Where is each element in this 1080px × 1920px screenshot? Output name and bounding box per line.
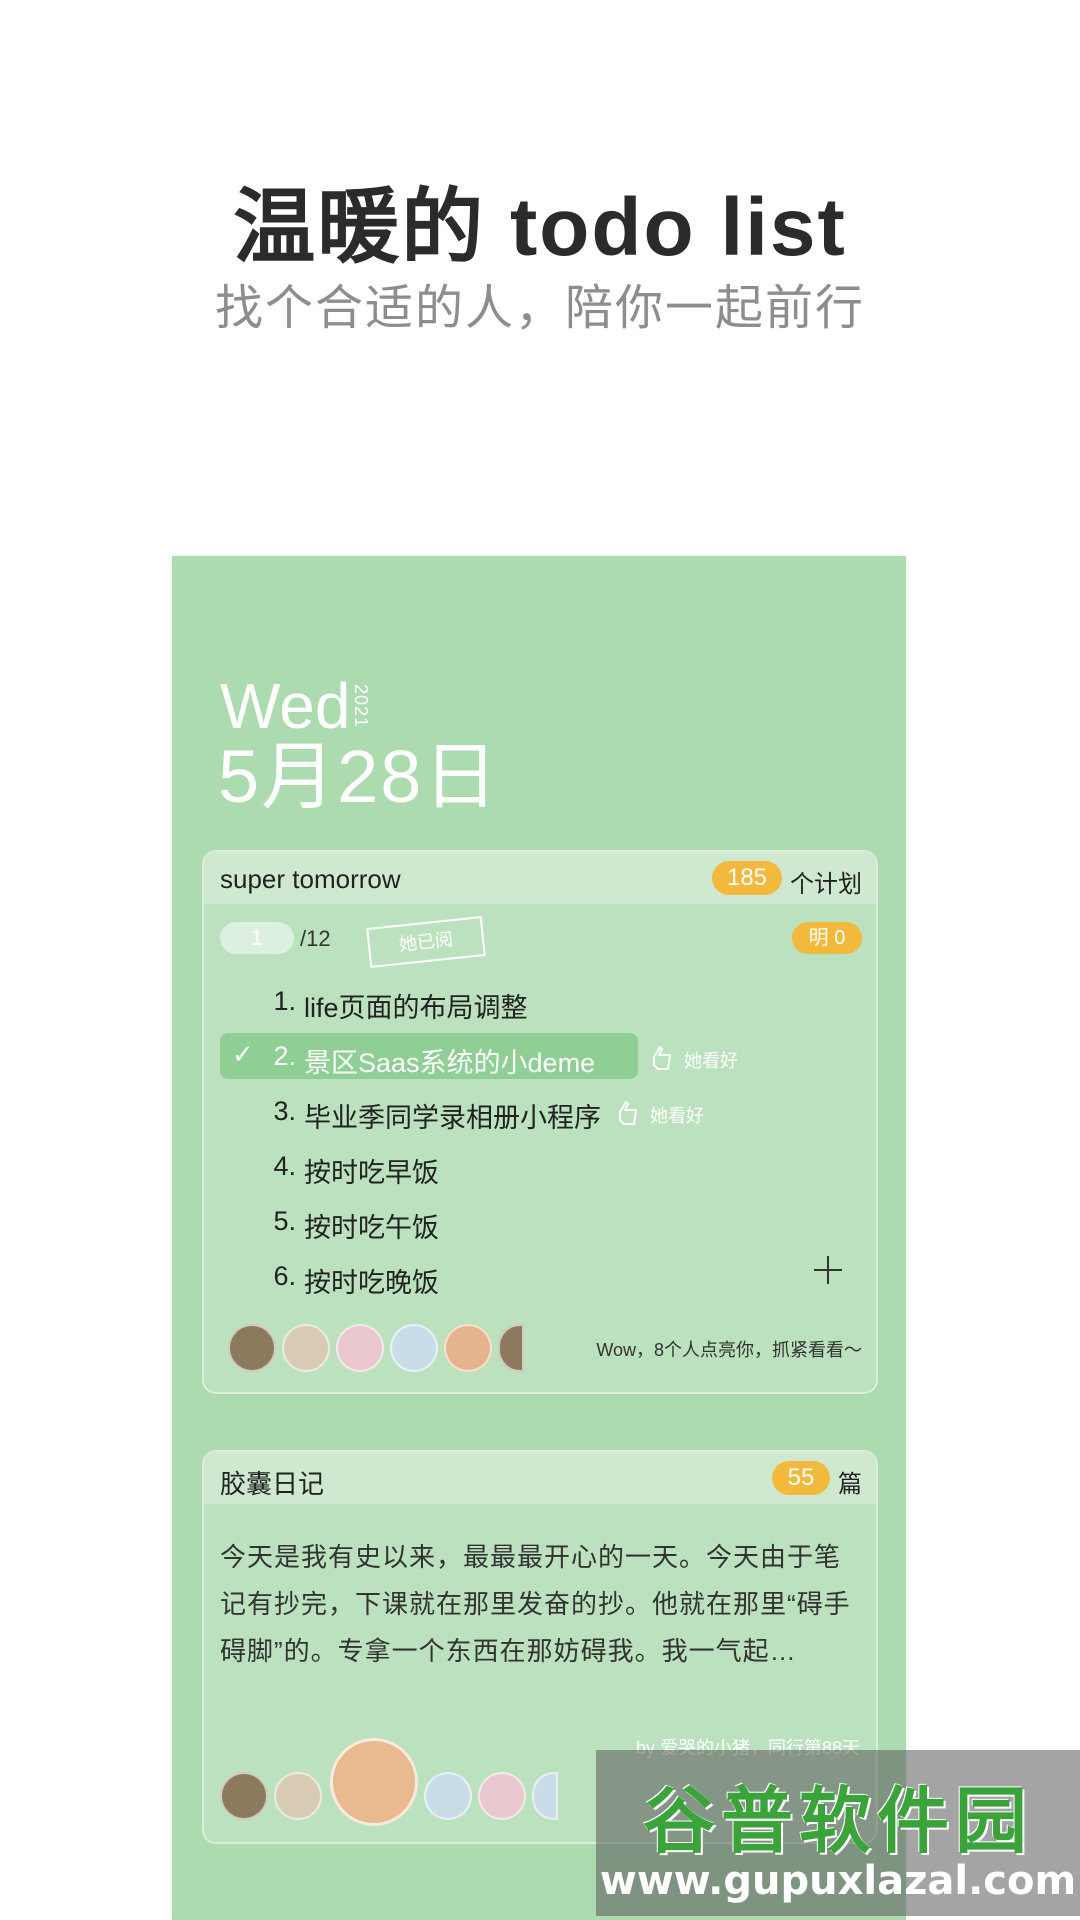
todo-card-header: super tomorrow 185 个计划: [204, 852, 876, 904]
todo-text: 按时吃午饭: [304, 1213, 439, 1243]
avatar: [424, 1772, 472, 1820]
todo-text: 按时吃晚饭: [304, 1268, 439, 1298]
todo-item-done[interactable]: ✓ 2. 景区Saas系统的小deme 她看好: [204, 1029, 876, 1084]
todo-item[interactable]: 1. life页面的布局调整: [204, 974, 876, 1029]
todo-number: 3.: [273, 1096, 296, 1126]
plan-count-badge: 185: [712, 861, 782, 895]
todo-card[interactable]: super tomorrow 185 个计划 1 /12 她已阅 明 0 1. …: [202, 850, 878, 1394]
avatar: [478, 1772, 526, 1820]
todo-number: 1.: [273, 986, 296, 1016]
like-label: 她看好: [650, 1106, 704, 1126]
avatar: [336, 1324, 384, 1372]
read-stamp: 她已阅: [366, 916, 486, 968]
todo-card-title: super tomorrow: [220, 864, 401, 894]
todo-text: 毕业季同学录相册小程序: [304, 1103, 601, 1133]
watermark-url: www.gupuxlazal.com: [599, 1858, 1077, 1904]
todo-item[interactable]: 6. 按时吃晚饭: [204, 1249, 876, 1304]
weekday-label: Wed: [220, 670, 351, 742]
app-screen: Wed 2021 5月28日 super tomorrow 185 个计划 1 …: [172, 556, 906, 1920]
diary-card-title: 胶囊日记: [220, 1469, 325, 1499]
plan-count-suffix: 个计划: [790, 871, 862, 898]
diary-excerpt: 今天是我有史以来，最最最开心的一天。今天由于笔记有抄完，下课就在那里发奋的抄。他…: [220, 1542, 851, 1666]
avatar-featured: [330, 1738, 418, 1826]
avatar: [228, 1324, 276, 1372]
headline: 温暖的 todo list: [233, 182, 847, 273]
like-button[interactable]: 她看好: [650, 1043, 738, 1073]
todo-item[interactable]: 5. 按时吃午饭: [204, 1194, 876, 1249]
watermark-title: 谷普软件园: [642, 1782, 1033, 1862]
tomorrow-badge[interactable]: 明 0: [792, 922, 862, 954]
todo-item[interactable]: 4. 按时吃早饭: [204, 1139, 876, 1194]
todo-list: 1. life页面的布局调整 ✓ 2. 景区Saas系统的小deme 她看好 3…: [204, 974, 876, 1304]
like-label: 她看好: [684, 1051, 738, 1071]
progress-done: 1: [220, 922, 294, 954]
todo-number: 6.: [273, 1261, 296, 1291]
diary-count-suffix: 篇: [838, 1471, 862, 1498]
year-label: 2021: [351, 684, 371, 729]
avatar: [390, 1324, 438, 1372]
diary-count-badge: 55: [772, 1461, 830, 1495]
check-icon: ✓: [232, 1039, 254, 1069]
thumbs-up-icon: [619, 1101, 637, 1125]
avatar: [498, 1324, 524, 1372]
thumbs-up-icon: [653, 1046, 671, 1070]
watermark: 谷普软件园 www.gupuxlazal.com: [596, 1750, 1080, 1916]
todo-text: 景区Saas系统的小deme: [304, 1048, 596, 1078]
subheadline: 找个合适的人，陪你一起前行: [214, 282, 865, 335]
add-icon[interactable]: [810, 1252, 846, 1288]
todo-text: life页面的布局调整: [304, 993, 528, 1023]
date-label: 5月28日: [218, 735, 500, 818]
todo-number: 4.: [273, 1151, 296, 1181]
avatar: [532, 1772, 558, 1820]
avatar: [274, 1772, 322, 1820]
todo-number: 2.: [273, 1041, 296, 1071]
todo-item[interactable]: 3. 毕业季同学录相册小程序 她看好: [204, 1084, 876, 1139]
todo-text: 按时吃早饭: [304, 1158, 439, 1188]
avatar: [444, 1324, 492, 1372]
avatar: [282, 1324, 330, 1372]
like-button[interactable]: 她看好: [616, 1098, 704, 1128]
fans-text[interactable]: Wow，8个人点亮你，抓紧看看～: [596, 1336, 862, 1362]
todo-number: 5.: [273, 1206, 296, 1236]
progress-total: /12: [300, 926, 331, 951]
diary-card-header: 胶囊日记 55 篇: [204, 1452, 876, 1504]
avatar: [220, 1772, 268, 1820]
